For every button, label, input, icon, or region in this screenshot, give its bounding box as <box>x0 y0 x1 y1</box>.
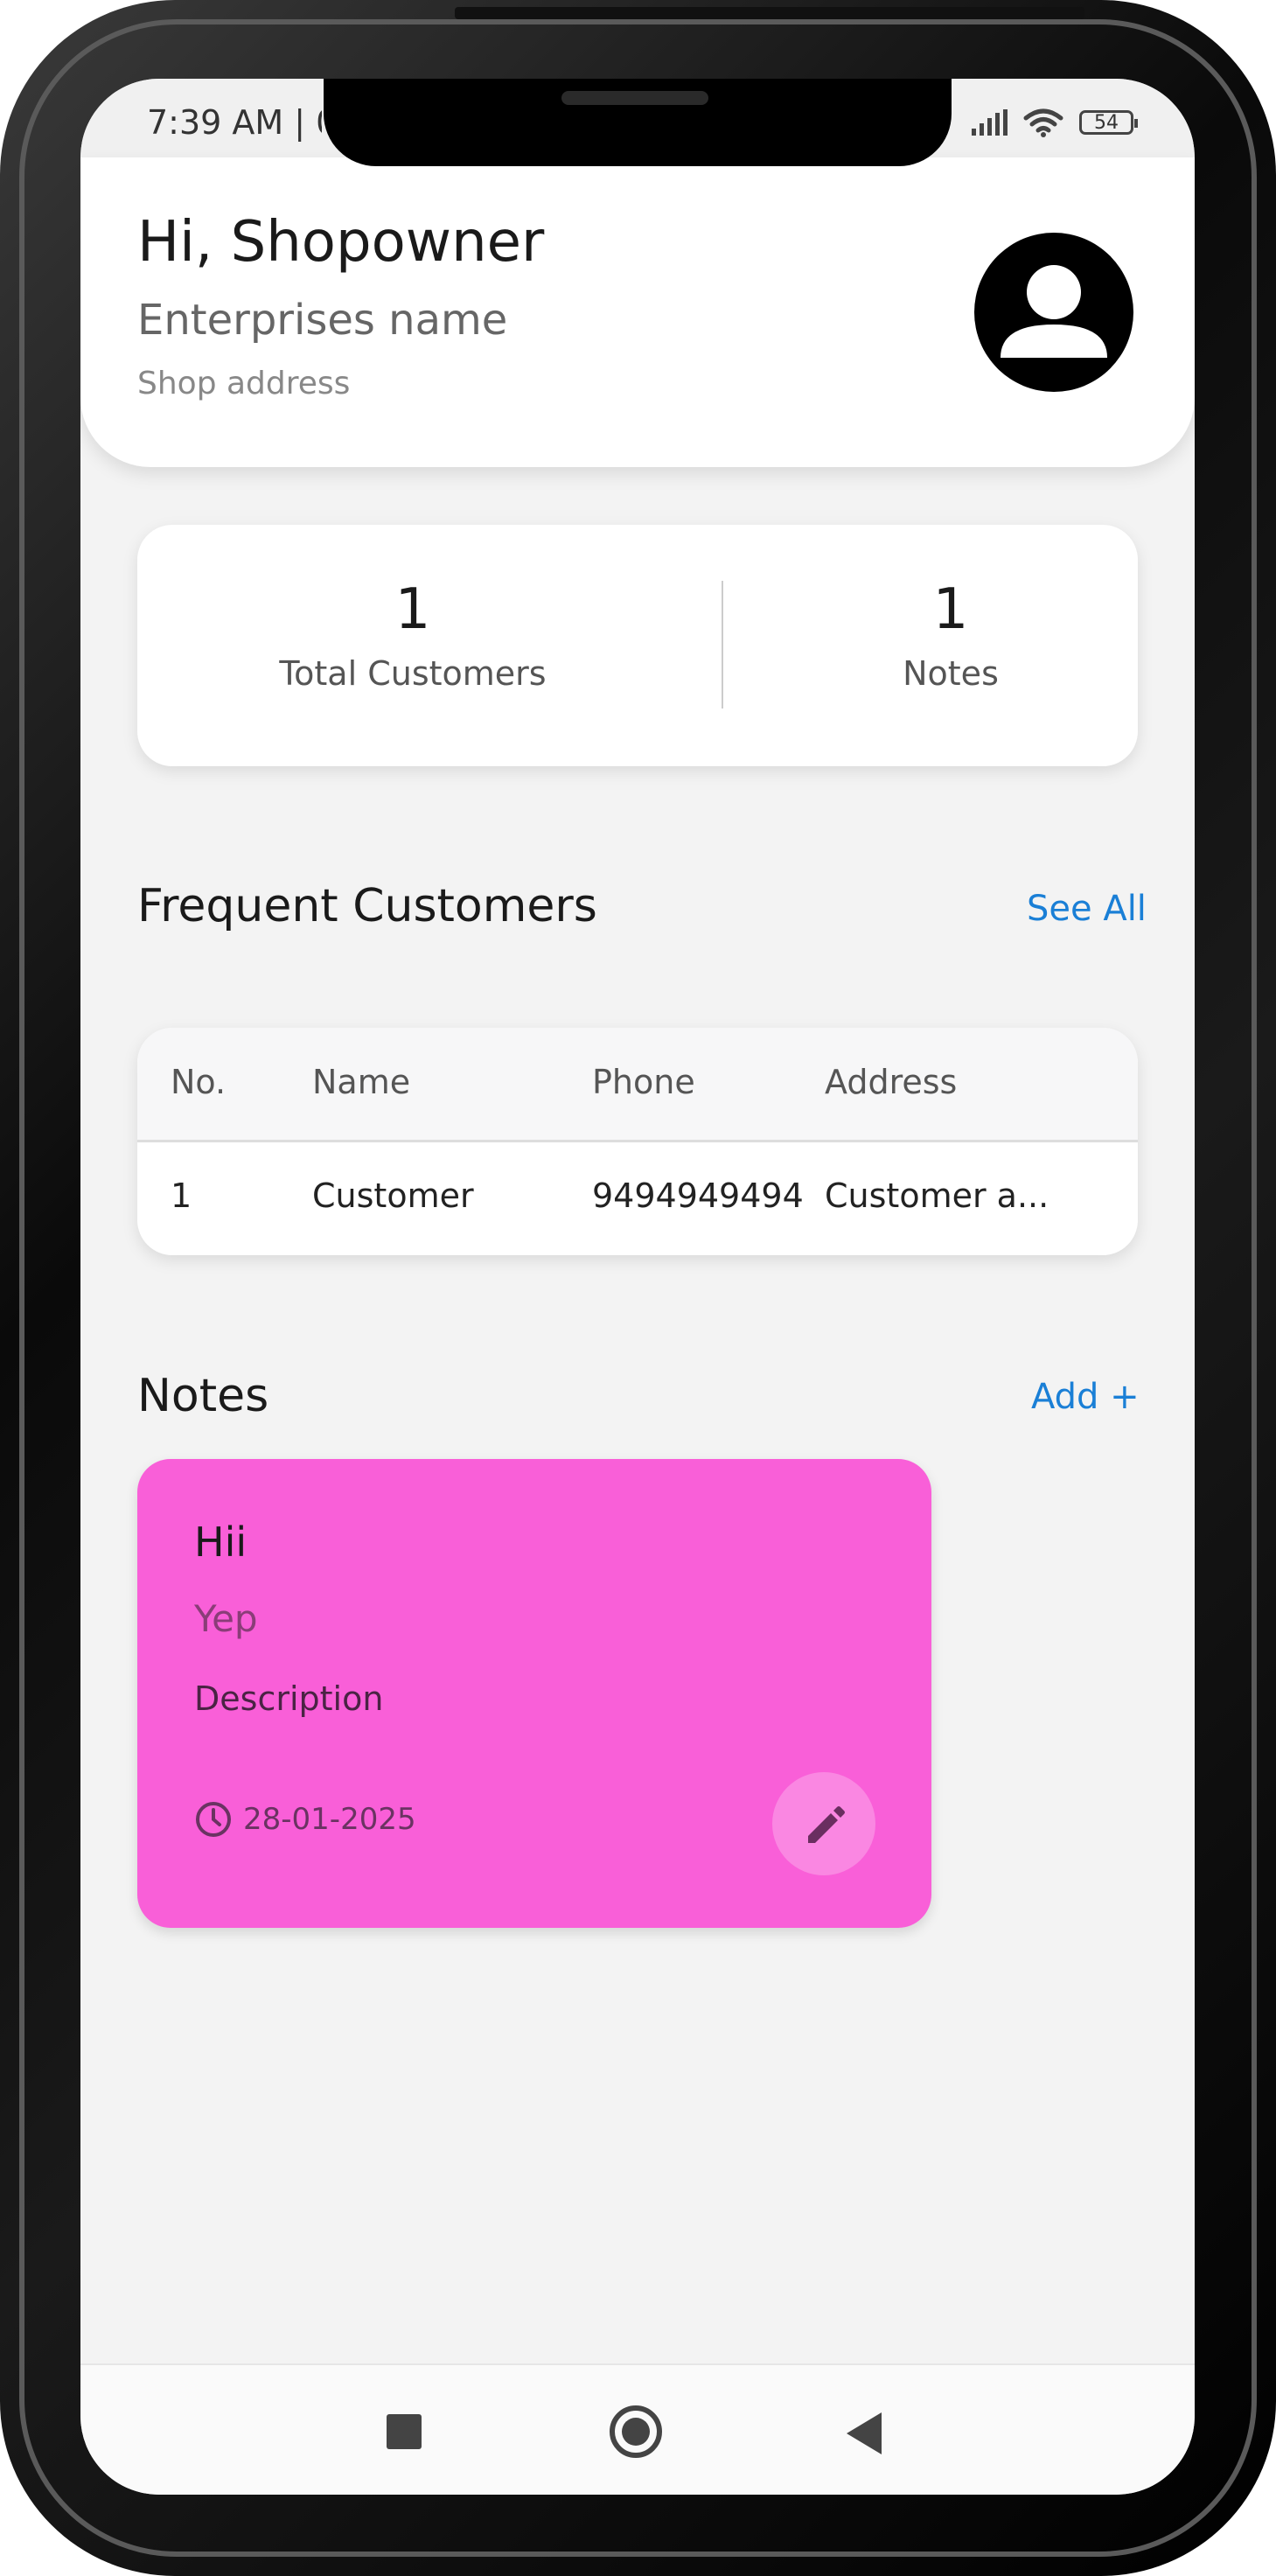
recent-apps-icon[interactable] <box>387 2414 422 2449</box>
stat-label: Total Customers <box>279 654 547 693</box>
stat-label: Notes <box>903 654 999 693</box>
notes-title: Notes <box>137 1370 269 1422</box>
customers-table: No. Name Phone Address 1 Customer 949494… <box>137 1028 1138 1255</box>
edit-note-button[interactable] <box>772 1772 875 1875</box>
frequent-customers-title: Frequent Customers <box>137 880 597 932</box>
person-icon <box>1001 265 1107 358</box>
note-description: Description <box>194 1679 384 1718</box>
column-header-no: No. <box>171 1063 227 1101</box>
avatar[interactable] <box>974 233 1133 392</box>
stat-total-customers[interactable]: 1 Total Customers <box>194 577 631 693</box>
column-header-name: Name <box>312 1063 411 1101</box>
note-subtitle: Yep <box>194 1597 258 1640</box>
note-card[interactable]: Hii Yep Description 28-01-2025 <box>137 1459 931 1928</box>
note-date: 28-01-2025 <box>194 1800 416 1839</box>
speaker <box>561 91 708 105</box>
pencil-icon <box>808 1806 845 1843</box>
note-title: Hii <box>194 1518 248 1566</box>
greeting: Hi, Shopowner <box>137 210 545 275</box>
phone-frame: 7:39 AM | 0 54 Hi, Shopowner Enterprises… <box>0 0 1276 2576</box>
system-nav-bar <box>80 2363 1195 2495</box>
wifi-icon <box>1023 108 1063 137</box>
column-header-phone: Phone <box>592 1063 695 1101</box>
cell-phone[interactable]: 9494949494 <box>592 1176 804 1215</box>
add-note-link[interactable]: Add + <box>1031 1377 1140 1417</box>
stat-value: 1 <box>394 577 431 642</box>
stat-value: 1 <box>932 577 969 642</box>
status-time: 7:39 AM | 0 <box>147 103 322 142</box>
battery-icon: 54 <box>1079 110 1138 135</box>
cell-no[interactable]: 1 <box>171 1176 192 1215</box>
screen: 7:39 AM | 0 54 Hi, Shopowner Enterprises… <box>80 79 1195 2495</box>
stat-notes[interactable]: 1 Notes <box>767 577 1134 693</box>
header-card: Hi, Shopowner Enterprises name Shop addr… <box>80 157 1195 467</box>
see-all-link[interactable]: See All <box>1027 889 1147 929</box>
home-icon[interactable] <box>610 2405 662 2458</box>
back-icon[interactable] <box>847 2412 882 2454</box>
cell-address[interactable]: Customer a... <box>825 1176 1049 1215</box>
stats-card: 1 Total Customers 1 Notes <box>137 525 1138 766</box>
stat-divider <box>722 581 723 709</box>
column-header-address: Address <box>825 1063 958 1101</box>
clock-icon <box>196 1802 231 1837</box>
status-icons: 54 <box>972 105 1138 140</box>
note-date-text: 28-01-2025 <box>243 1802 416 1837</box>
signal-icon <box>972 109 1008 136</box>
shop-address: Shop address <box>137 366 351 401</box>
enterprise-name: Enterprises name <box>137 296 508 345</box>
cell-name[interactable]: Customer <box>312 1176 474 1215</box>
